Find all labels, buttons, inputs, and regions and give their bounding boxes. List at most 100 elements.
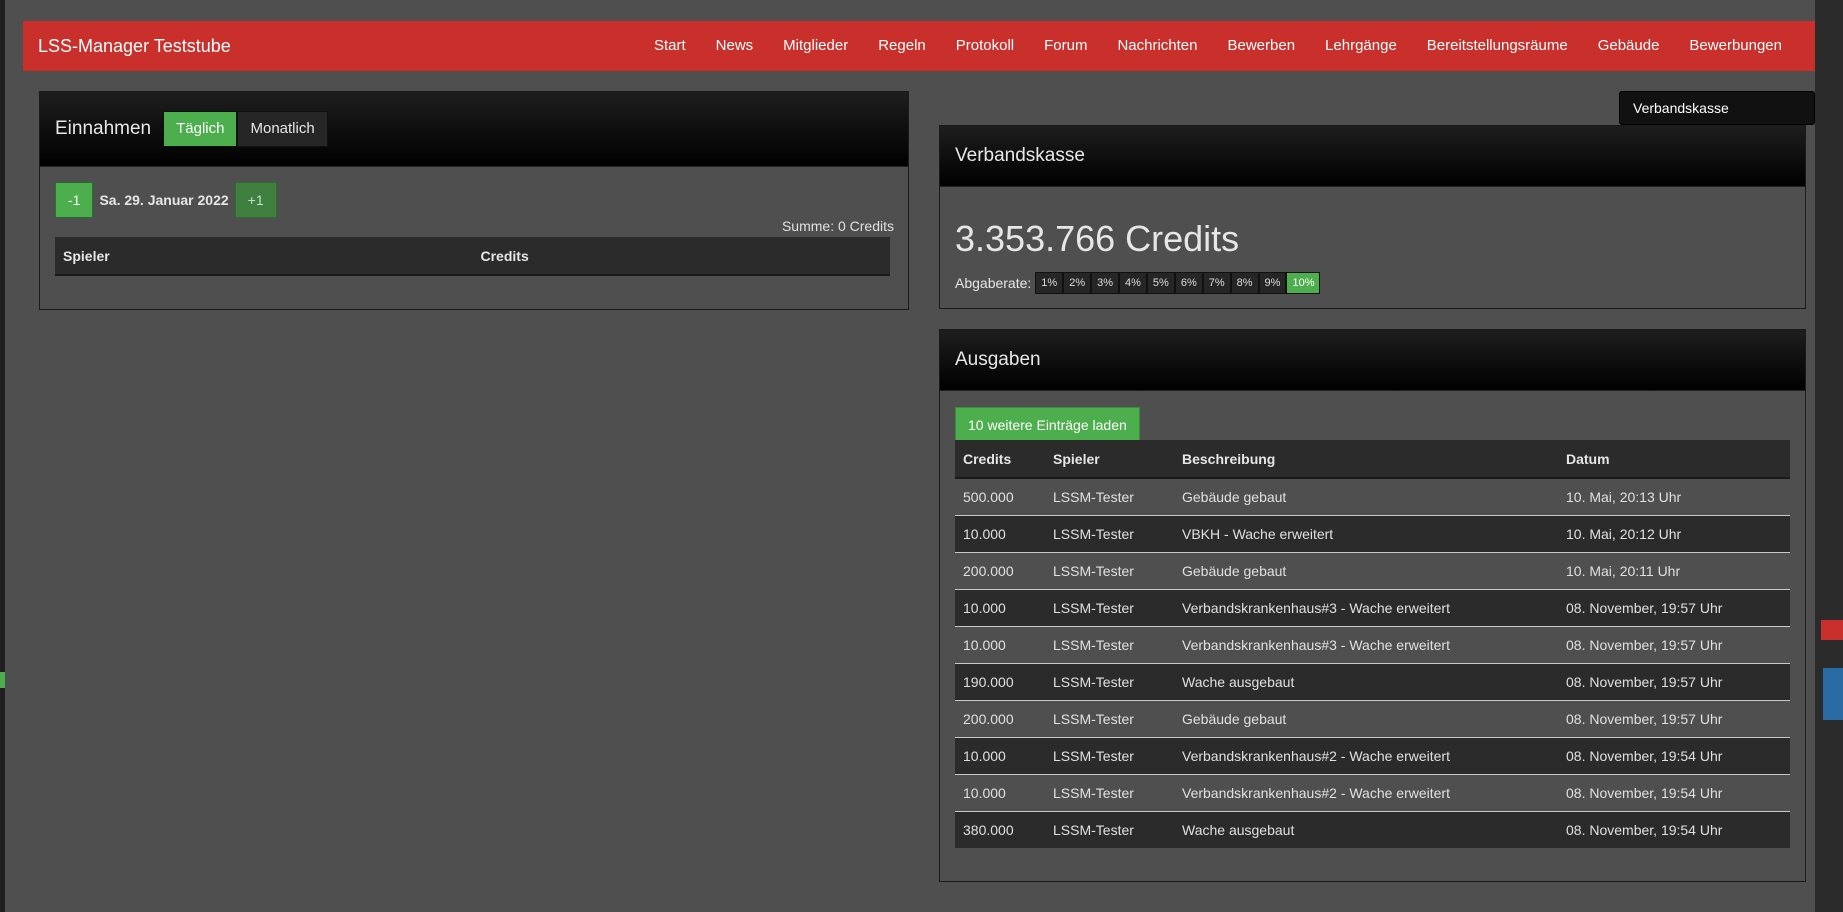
nav-nachrichten[interactable]: Nachrichten [1102,21,1212,71]
income-panel-header: Einnahmen Täglich Monatlich [40,92,908,167]
table-row: 500.000 LSSM-Tester Gebäude gebaut 10. Mai,… [955,477,1790,516]
nav-bewerben[interactable]: Bewerben [1213,21,1311,71]
nav-bereitstellungsraeume[interactable]: Bereitstellungsräume [1412,21,1583,71]
income-panel: Einnahmen Täglich Monatlich -1 Sa. 29. J… [39,91,909,310]
kasse-panel: Verbandskasse 3.353.766 Credits Abgabera… [939,125,1806,309]
rate-5-button[interactable]: 5% [1146,272,1175,294]
income-sum: Summe: 0 Credits [781,218,894,234]
table-row: 10.000 LSSM-Tester VBKH - Wache erweitert 1… [955,515,1790,553]
cell-credits: 190.000 [955,663,1045,701]
cell-beschreibung: Wache ausgebaut [1174,663,1558,701]
rate-6-button[interactable]: 6% [1174,272,1203,294]
load-more-button[interactable]: 10 weitere Einträge laden [955,407,1140,443]
cell-spieler[interactable]: LSSM-Tester [1045,515,1174,553]
cell-datum: 10. Mai, 20:12 Uhr [1558,515,1790,553]
cell-spieler[interactable]: LSSM-Tester [1045,626,1174,664]
cell-beschreibung: Verbandskrankenhaus#2 - Wache erweitert [1174,774,1558,812]
kasse-balance: 3.353.766 Credits [955,218,1240,259]
cell-credits: 10.000 [955,589,1045,627]
nav-news[interactable]: News [701,21,769,71]
rate-9-button[interactable]: 9% [1258,272,1287,294]
nav-start[interactable]: Start [639,21,701,71]
top-navbar: LSS-Manager Teststube Start News Mitglie… [23,21,1815,71]
nav-bewerbungen[interactable]: Bewerbungen [1674,21,1797,71]
income-table: Spieler Credits [55,237,890,276]
cell-spieler[interactable]: LSSM-Tester [1045,737,1174,775]
column-header-spieler[interactable]: Spieler [1045,440,1174,479]
cell-spieler[interactable]: LSSM-Tester [1045,700,1174,738]
lightbox-window: LSS-Manager Teststube Start News Mitglie… [5,0,1815,912]
cell-datum: 08. November, 19:57 Uhr [1558,700,1790,738]
expenses-table: Credits Spieler Beschreibung Datum 500.0… [955,440,1790,848]
table-row: 10.000 LSSM-Tester Verbandskrankenhaus#3 -… [955,589,1790,627]
day-navigation: -1 Sa. 29. Januar 2022 +1 [55,182,277,218]
tax-rate-selector: Abgaberate: 1% 2% 3% 4% 5% 6% 7% 8% 9% 1… [955,272,1321,294]
cell-beschreibung: Gebäude gebaut [1174,477,1558,516]
rate-1-button[interactable]: 1% [1035,272,1064,294]
cell-datum: 08. November, 19:54 Uhr [1558,811,1790,848]
cell-credits: 10.000 [955,626,1045,664]
tab-monthly[interactable]: Monatlich [237,111,328,147]
nav-mitglieder[interactable]: Mitglieder [768,21,863,71]
brand-title[interactable]: LSS-Manager Teststube [38,36,231,57]
rate-3-button[interactable]: 3% [1091,272,1120,294]
cell-credits: 380.000 [955,811,1045,848]
background-right-edge [1815,0,1843,912]
cell-spieler[interactable]: LSSM-Tester [1045,774,1174,812]
column-header-spieler[interactable]: Spieler [55,237,473,276]
column-header-datum[interactable]: Datum [1558,440,1790,479]
cell-datum: 10. Mai, 20:11 Uhr [1558,552,1790,590]
background-element [1821,620,1843,640]
next-day-button[interactable]: +1 [234,182,277,218]
income-title: Einnahmen [55,118,152,139]
cell-beschreibung: VBKH - Wache erweitert [1174,515,1558,553]
rate-4-button[interactable]: 4% [1119,272,1147,294]
table-row: 200.000 LSSM-Tester Gebäude gebaut 10. Mai,… [955,552,1790,590]
column-header-credits[interactable]: Credits [472,237,890,276]
table-row: 380.000 LSSM-Tester Wache ausgebaut 08. Nov… [955,811,1790,848]
expenses-title: Ausgaben [955,349,1041,370]
cell-spieler[interactable]: LSSM-Tester [1045,477,1174,516]
previous-day-button[interactable]: -1 [55,182,94,218]
background-element [1823,668,1843,720]
rate-2-button[interactable]: 2% [1063,272,1092,294]
cell-credits: 10.000 [955,774,1045,812]
cell-beschreibung: Verbandskrankenhaus#2 - Wache erweitert [1174,737,1558,775]
rate-10-button[interactable]: 10% [1286,272,1321,294]
cell-beschreibung: Gebäude gebaut [1174,552,1558,590]
table-row: 10.000 LSSM-Tester Verbandskrankenhaus#2 -… [955,737,1790,775]
cell-datum: 08. November, 19:57 Uhr [1558,663,1790,701]
deactivate-kasse-button[interactable]: Verbandskasse deaktivieren [1619,91,1815,148]
cell-spieler[interactable]: LSSM-Tester [1045,552,1174,590]
nav-lehrgaenge[interactable]: Lehrgänge [1310,21,1412,71]
cell-datum: 08. November, 19:57 Uhr [1558,589,1790,627]
cell-datum: 08. November, 19:57 Uhr [1558,626,1790,664]
rate-8-button[interactable]: 8% [1230,272,1259,294]
column-header-beschreibung[interactable]: Beschreibung [1174,440,1558,479]
main-nav: Start News Mitglieder Regeln Protokoll F… [639,21,1797,71]
table-row: 10.000 LSSM-Tester Verbandskrankenhaus#2 -… [955,774,1790,812]
cell-spieler[interactable]: LSSM-Tester [1045,663,1174,701]
cell-credits: 10.000 [955,737,1045,775]
cell-credits: 500.000 [955,477,1045,516]
cell-spieler[interactable]: LSSM-Tester [1045,811,1174,848]
cell-datum: 08. November, 19:54 Uhr [1558,737,1790,775]
expenses-panel: Ausgaben 10 weitere Einträge laden Credi… [939,329,1806,882]
rate-7-button[interactable]: 7% [1202,272,1231,294]
cell-datum: 08. November, 19:54 Uhr [1558,774,1790,812]
table-row: 200.000 LSSM-Tester Gebäude gebaut 08. Nove… [955,700,1790,738]
table-row: 10.000 LSSM-Tester Verbandskrankenhaus#3 -… [955,626,1790,664]
tab-daily[interactable]: Täglich [163,111,238,147]
kasse-panel-header: Verbandskasse [940,126,1805,187]
expenses-panel-header: Ausgaben [940,330,1805,391]
tax-rate-label: Abgaberate: [955,275,1032,291]
nav-gebaeude[interactable]: Gebäude [1583,21,1675,71]
cell-beschreibung: Wache ausgebaut [1174,811,1558,848]
nav-regeln[interactable]: Regeln [863,21,941,71]
nav-forum[interactable]: Forum [1029,21,1102,71]
nav-protokoll[interactable]: Protokoll [941,21,1029,71]
cell-beschreibung: Verbandskrankenhaus#3 - Wache erweitert [1174,589,1558,627]
table-row: 190.000 LSSM-Tester Wache ausgebaut 08. Nov… [955,663,1790,701]
column-header-credits[interactable]: Credits [955,440,1045,479]
cell-spieler[interactable]: LSSM-Tester [1045,589,1174,627]
